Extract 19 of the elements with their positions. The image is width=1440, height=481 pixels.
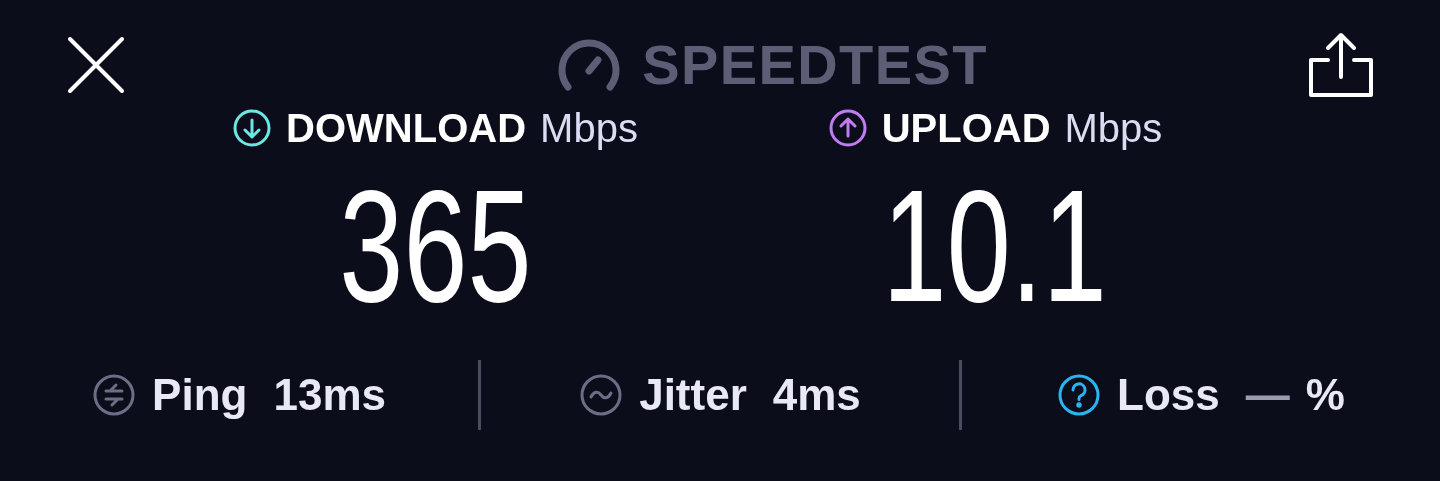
metric-unit: Mbps [1064,108,1163,148]
metric-unit: Mbps [540,108,638,148]
close-icon[interactable] [66,35,126,95]
metric-label: DOWNLOAD [286,108,527,148]
stat-value: 4ms [772,373,861,417]
stat-value: 13ms [273,373,386,417]
metric-value: 10.1 [882,166,1108,326]
app-title: SPEEDTEST [642,37,988,93]
metric-label: UPLOAD [881,108,1051,148]
stat-label: Jitter [639,373,747,417]
wave-circle-icon [579,373,624,417]
help-icon [1057,373,1102,417]
stat-unit: % [1305,373,1345,417]
share-icon[interactable] [1308,32,1374,98]
metric-value: 365 [338,166,532,326]
stat-value: — [1245,373,1290,417]
arrows-circle-icon [92,373,137,417]
stat-label: Loss [1117,373,1220,417]
stat-label: Ping [152,373,248,417]
